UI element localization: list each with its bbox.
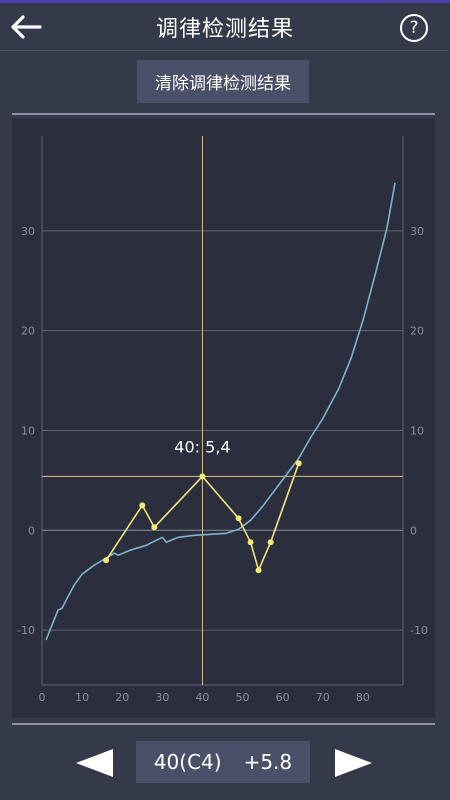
y-tick-label-right: 30 [410,225,424,238]
y-tick-label-left: 10 [21,424,35,437]
y-tick-label-left: 0 [28,524,35,537]
x-tick-label: 0 [39,691,46,704]
y-tick-label-right: 10 [410,424,424,437]
help-button[interactable]: ? [400,14,428,42]
measured-point [295,460,302,467]
note-status-box: 40(C4) +5.8 [136,741,310,783]
prev-note-button[interactable] [75,748,115,778]
arrow-left-icon [11,15,42,39]
tuning-chart[interactable]: -10 -10 0 0 10 10 20 20 30 30 0 10 20 30 40 50 60 70 80 40:… [12,118,435,718]
clear-results-button[interactable]: 清除调律检测结果 [137,60,309,103]
x-tick-label: 30 [155,691,169,704]
triangle-left-icon [76,749,113,777]
note-label: 40(C4) [153,750,222,774]
measured-point [139,502,146,509]
y-tick-label-right: -10 [410,624,428,637]
x-tick-label: 10 [75,691,89,704]
x-tick-label: 80 [356,691,370,704]
measured-point [255,567,262,574]
x-tick-label: 50 [236,691,250,704]
y-tick-label-left: 20 [21,325,35,338]
next-note-button[interactable] [333,748,373,778]
cursor-value-label: 40: 5,4 [174,437,230,456]
chart-top-divider [12,113,435,115]
x-tick-label: 70 [316,691,330,704]
triangle-right-icon [335,749,372,777]
y-tick-label-left: 30 [21,225,35,238]
header-divider [0,50,450,51]
tuning-chart-panel: -10 -10 0 0 10 10 20 20 30 30 0 10 20 30 40 50 60 70 80 40:… [12,118,435,718]
page-title: 调律检测结果 [155,16,294,42]
x-tick-label: 20 [115,691,129,704]
header-bar: 调律检测结果 ? [0,3,450,50]
measured-point [235,515,242,522]
reference-curve [45,182,396,641]
measured-point [151,524,158,531]
y-tick-label-left: -10 [17,624,35,637]
x-tick-label: 60 [276,691,290,704]
deviation-value: +5.8 [243,750,293,774]
back-button[interactable] [6,9,44,45]
measured-point [247,539,254,546]
y-tick-label-right: 0 [410,524,417,537]
x-tick-label: 40 [195,691,209,704]
measured-point [199,473,206,480]
question-icon: ? [409,18,419,38]
measured-point [267,539,274,546]
chart-bottom-divider [12,723,435,725]
y-tick-label-right: 20 [410,325,424,338]
measured-point [103,557,110,564]
